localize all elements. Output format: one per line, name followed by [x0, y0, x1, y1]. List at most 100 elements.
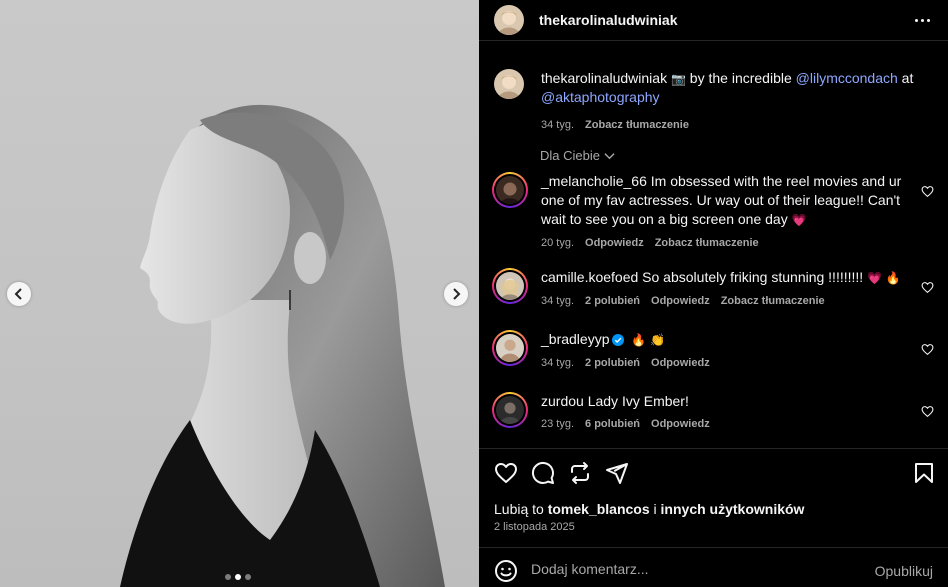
comment-meta: 34 tyg. 2 polubień Odpowiedz Zobacz tłum…: [541, 295, 932, 307]
see-translation-button[interactable]: Zobacz tłumaczenie: [585, 119, 689, 131]
comment-item: zurdou Lady Ivy Ember! 23 tyg. 6 polubie…: [492, 392, 934, 430]
chevron-right-icon: [453, 288, 461, 300]
chevron-left-icon: [14, 288, 22, 300]
caption-meta: 34 tyg. Zobacz tłumaczenie: [541, 119, 934, 131]
comment-body: Lady Ivy Ember!: [587, 393, 689, 409]
comment-icon: [531, 461, 554, 484]
camera-emoji: 📷: [670, 72, 686, 86]
carousel-next-button[interactable]: [444, 282, 468, 306]
post-side-panel: thekarolinaludwiniak thekarolinaludwinia…: [479, 0, 948, 587]
comment-like-heart-icon[interactable]: [921, 343, 934, 356]
post-header: thekarolinaludwiniak: [479, 0, 948, 41]
more-options-button[interactable]: [912, 12, 932, 28]
commenter-avatar: [496, 396, 524, 424]
comment-meta: 34 tyg. 2 polubień Odpowiedz: [541, 357, 932, 369]
save-button[interactable]: [912, 461, 936, 485]
likes-summary: Lubią to tomek_blancos i innych użytkown…: [494, 501, 804, 517]
comment-like-heart-icon[interactable]: [921, 281, 934, 294]
author-username[interactable]: thekarolinaludwiniak: [539, 12, 677, 28]
timestamp[interactable]: 34 tyg.: [541, 295, 574, 307]
likes-count[interactable]: 2 polubień: [585, 357, 640, 369]
emoji-picker-button[interactable]: [494, 559, 518, 583]
carousel-prev-button[interactable]: [7, 282, 31, 306]
caption-avatar[interactable]: [494, 69, 524, 99]
comment-item: _bradleyyp 🔥 👏 34 tyg. 2 polubień Odpowi…: [492, 330, 934, 369]
comment-meta: 20 tyg. Odpowiedz Zobacz tłumaczenie: [541, 237, 932, 249]
more-icon: [914, 18, 918, 22]
timestamp[interactable]: 23 tyg.: [541, 418, 574, 430]
reply-button[interactable]: Odpowiedz: [651, 295, 710, 307]
comment-sort-dropdown[interactable]: Dla Ciebie: [540, 148, 615, 163]
story-ring[interactable]: [492, 392, 528, 428]
comment-like-heart-icon[interactable]: [921, 185, 934, 198]
comment-text: _melancholie_66 Im obsessed with the ree…: [541, 172, 902, 230]
likes-prefix: Lubią to: [494, 501, 548, 517]
comment-text: camille.koefoed So absolutely friking st…: [541, 268, 902, 288]
comment-emoji: 💗: [791, 213, 807, 227]
comment-emoji: 🔥 👏: [631, 333, 666, 347]
post-actions: Lubią to tomek_blancos i innych użytkown…: [479, 448, 948, 548]
repost-button[interactable]: [568, 461, 592, 485]
carousel-indicator: [225, 574, 251, 580]
timestamp[interactable]: 34 tyg.: [541, 357, 574, 369]
comment-item: camille.koefoed So absolutely friking st…: [492, 268, 934, 307]
post-date[interactable]: 2 listopada 2025: [494, 521, 575, 533]
caption-text-part: at: [897, 70, 914, 86]
reply-button[interactable]: Odpowiedz: [651, 357, 710, 369]
verified-badge-icon: [611, 334, 624, 346]
bookmark-icon: [915, 463, 933, 483]
story-ring[interactable]: [492, 172, 528, 208]
heart-icon: [495, 463, 517, 483]
post-media[interactable]: [0, 0, 479, 587]
comment-emoji: 💗 🔥: [867, 271, 901, 285]
comment-button[interactable]: [531, 461, 555, 485]
share-icon: [606, 463, 628, 484]
author-avatar[interactable]: [494, 5, 524, 35]
comment-username[interactable]: _bradleyyp: [541, 331, 610, 347]
see-translation-button[interactable]: Zobacz tłumaczenie: [721, 295, 825, 307]
comment-input[interactable]: [531, 558, 851, 580]
carousel-dot-active: [235, 574, 241, 580]
mention-link[interactable]: @aktaphotography: [541, 89, 660, 105]
comment-like-heart-icon[interactable]: [921, 405, 934, 418]
reply-button[interactable]: Odpowiedz: [651, 418, 710, 430]
mention-link[interactable]: @lilymccondach: [796, 70, 898, 86]
comment-composer: Opublikuj: [479, 547, 948, 587]
comment-sort-label: Dla Ciebie: [540, 148, 600, 163]
caption-text: thekarolinaludwiniak 📷 by the incredible…: [541, 69, 934, 106]
liker-username[interactable]: tomek_blancos: [548, 501, 650, 517]
post-photo: [120, 104, 445, 587]
comment-item: _melancholie_66 Im obsessed with the ree…: [492, 172, 934, 249]
carousel-dot: [225, 574, 231, 580]
carousel-dot: [245, 574, 251, 580]
caption-username[interactable]: thekarolinaludwiniak: [541, 70, 667, 86]
repost-icon: [571, 462, 589, 484]
story-ring[interactable]: [492, 268, 528, 304]
comment-body: So absolutely friking stunning !!!!!!!!!: [642, 269, 864, 285]
comment-username[interactable]: camille.koefoed: [541, 269, 638, 285]
commenter-avatar: [496, 334, 524, 362]
timestamp[interactable]: 20 tyg.: [541, 237, 574, 249]
share-button[interactable]: [605, 461, 629, 485]
comment-meta: 23 tyg. 6 polubień Odpowiedz: [541, 418, 932, 430]
see-translation-button[interactable]: Zobacz tłumaczenie: [655, 237, 759, 249]
likes-count[interactable]: 2 polubień: [585, 295, 640, 307]
publish-button[interactable]: Opublikuj: [875, 563, 933, 579]
emoji-icon: [495, 560, 517, 582]
others-likes-link[interactable]: innych użytkowników: [661, 501, 805, 517]
likes-count[interactable]: 6 polubień: [585, 418, 640, 430]
timestamp[interactable]: 34 tyg.: [541, 119, 574, 131]
like-button[interactable]: [494, 461, 518, 485]
comment-username[interactable]: _melancholie_66: [541, 173, 647, 189]
comment-text: _bradleyyp 🔥 👏: [541, 330, 902, 350]
comment-text: zurdou Lady Ivy Ember!: [541, 392, 902, 411]
commenter-avatar: [496, 272, 524, 300]
caption-text-part: by the incredible: [685, 70, 796, 86]
comment-username[interactable]: zurdou: [541, 393, 584, 409]
chevron-down-icon: [604, 153, 615, 160]
story-ring[interactable]: [492, 330, 528, 366]
reply-button[interactable]: Odpowiedz: [585, 237, 644, 249]
post-caption: thekarolinaludwiniak 📷 by the incredible…: [494, 69, 934, 131]
commenter-avatar: [496, 176, 524, 204]
likes-middle: i: [649, 501, 661, 517]
